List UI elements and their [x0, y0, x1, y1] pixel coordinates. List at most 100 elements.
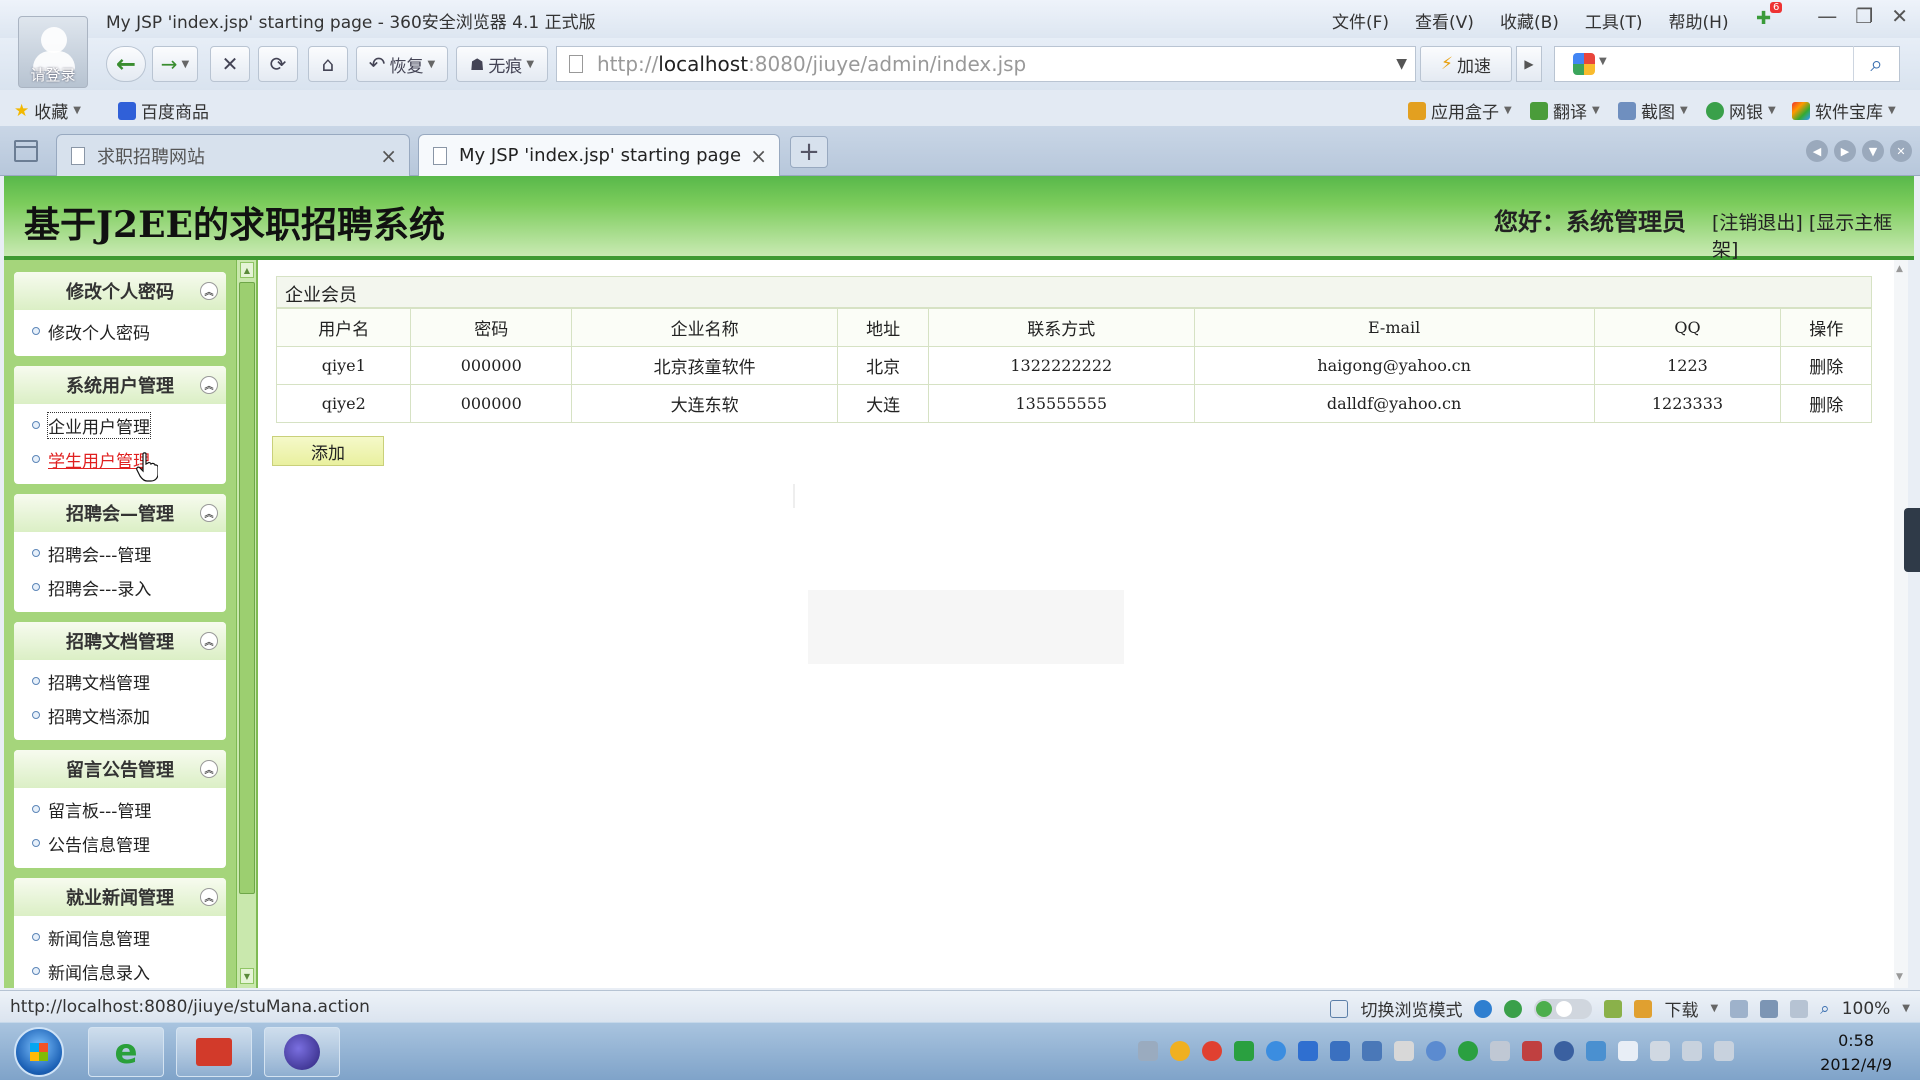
notification-icon[interactable]: ✚ 6 — [1756, 2, 1783, 29]
sidebar-scrollbar[interactable]: ▲ ▼ — [236, 260, 256, 988]
header-links[interactable]: [注销退出] [显示主框架] — [1712, 208, 1914, 262]
chevron-down-icon[interactable]: ▼ — [1902, 1003, 1910, 1014]
tab-job-site[interactable]: 求职招聘网站 × — [56, 134, 410, 176]
grid-icon[interactable] — [1362, 1041, 1382, 1061]
clipboard-icon[interactable] — [1730, 999, 1749, 1018]
search-icon[interactable]: ⌕ — [1853, 46, 1899, 82]
login-avatar[interactable]: 请登录 — [18, 16, 88, 88]
collapse-icon[interactable]: ︽ — [200, 376, 218, 394]
translate-button[interactable]: 翻译 ▼ — [1530, 98, 1600, 123]
scroll-down-icon[interactable]: ▼ — [1896, 972, 1903, 982]
sidebar-item-job-fair-add[interactable]: 招聘会---录入 — [14, 570, 226, 604]
flag-icon[interactable] — [1618, 1041, 1638, 1061]
sidebar-item-company-users[interactable]: 企业用户管理 — [14, 408, 226, 442]
qq-icon[interactable] — [1170, 1041, 1190, 1061]
switch-mode-button[interactable]: 切换浏览模式 — [1360, 996, 1462, 1021]
settings-icon[interactable] — [1554, 1041, 1574, 1061]
scroll-down-icon[interactable]: ▼ — [240, 968, 254, 984]
screenshot-button[interactable]: 截图 ▼ — [1618, 98, 1688, 123]
chat-icon[interactable] — [1426, 1041, 1446, 1061]
collapse-icon[interactable]: ︽ — [200, 888, 218, 906]
sidebar-item-change-password[interactable]: 修改个人密码 — [14, 314, 226, 348]
delete-link[interactable]: 删除 — [1780, 384, 1872, 423]
sidebar-item-student-users[interactable]: 学生用户管理 — [14, 442, 226, 476]
side-panel-handle[interactable] — [1904, 508, 1920, 572]
chevron-down-icon[interactable]: ▼ — [1710, 1003, 1718, 1014]
sidebar-toggle-icon[interactable] — [14, 140, 38, 162]
system-clock[interactable]: 0:58 2012/4/9 — [1820, 1029, 1892, 1077]
tab-scroll-left-icon[interactable]: ◀ — [1806, 140, 1828, 162]
network-icon[interactable] — [1682, 1041, 1702, 1061]
refresh-button[interactable]: ⟳ — [258, 46, 298, 82]
tab-index-jsp[interactable]: My JSP 'index.jsp' starting page × — [418, 134, 780, 176]
section-header[interactable]: 招聘会—管理 ︽ — [14, 494, 226, 532]
sidebar-item-document-add[interactable]: 招聘文档添加 — [14, 698, 226, 732]
address-bar[interactable]: http://localhost:8080/jiuye/admin/index.… — [556, 46, 1416, 82]
taskbar-toolbox-button[interactable] — [176, 1027, 252, 1077]
keyboard-icon[interactable] — [1138, 1041, 1158, 1061]
sidebar-item-document-manage[interactable]: 招聘文档管理 — [14, 664, 226, 698]
section-header[interactable]: 招聘文档管理 ︽ — [14, 622, 226, 660]
menu-help[interactable]: 帮助(H) — [1669, 8, 1729, 33]
speaker-icon[interactable] — [1714, 1041, 1734, 1061]
restore-icon[interactable]: ❐ — [1855, 4, 1873, 28]
collapse-icon[interactable]: ︽ — [200, 632, 218, 650]
collapse-icon[interactable]: ︽ — [200, 504, 218, 522]
add-button[interactable]: 添加 — [272, 436, 384, 466]
speed-up-button[interactable]: ⚡ 加速 — [1420, 46, 1512, 82]
security-icon[interactable] — [1330, 1041, 1350, 1061]
scrollbar-thumb[interactable] — [239, 282, 255, 894]
shield-icon[interactable] — [1298, 1041, 1318, 1061]
address-dropdown-icon[interactable]: ▼ — [1396, 56, 1407, 72]
scroll-up-icon[interactable]: ▲ — [1896, 264, 1903, 274]
printer-icon[interactable] — [1490, 1041, 1510, 1061]
search-input[interactable]: ▼ ⌕ — [1554, 46, 1900, 82]
mode-toggle[interactable] — [1534, 998, 1593, 1019]
go-button[interactable]: ▶ — [1516, 46, 1542, 82]
taskbar-browser-button[interactable]: e — [88, 1027, 164, 1077]
close-tab-icon[interactable]: × — [750, 144, 767, 168]
collapse-icon[interactable]: ︽ — [200, 282, 218, 300]
edit-icon[interactable] — [1394, 1041, 1414, 1061]
sidebar-item-news-add[interactable]: 新闻信息录入 — [14, 954, 226, 988]
download-button[interactable]: 下载 — [1664, 996, 1698, 1021]
section-header[interactable]: 系统用户管理 ︽ — [14, 366, 226, 404]
usb-icon[interactable] — [1650, 1041, 1670, 1061]
zoom-level[interactable]: 100% — [1842, 999, 1891, 1019]
menu-tools[interactable]: 工具(T) — [1585, 8, 1643, 33]
online-bank-button[interactable]: 网银 ▼ — [1706, 98, 1776, 123]
forward-button[interactable]: → ▼ — [152, 46, 198, 82]
menu-file[interactable]: 文件(F) — [1332, 8, 1389, 33]
restore-session-button[interactable]: ↶ 恢复 ▼ — [356, 46, 448, 82]
software-store-button[interactable]: 软件宝库 ▼ — [1792, 98, 1896, 123]
sidebar-item-message-board[interactable]: 留言板---管理 — [14, 792, 226, 826]
section-header[interactable]: 就业新闻管理 ︽ — [14, 878, 226, 916]
bookmark-baidu[interactable]: 百度商品 — [118, 98, 209, 123]
favorites-menu[interactable]: ★ 收藏 ▼ — [14, 98, 81, 124]
minimize-icon[interactable]: — — [1817, 4, 1837, 28]
section-header[interactable]: 修改个人密码 ︽ — [14, 272, 226, 310]
close-icon[interactable]: ✕ — [1891, 4, 1908, 28]
stop-button[interactable]: ✕ — [210, 46, 250, 82]
sidebar-item-job-fair-manage[interactable]: 招聘会---管理 — [14, 536, 226, 570]
tab-scroll-right-icon[interactable]: ▶ — [1834, 140, 1856, 162]
menu-view[interactable]: 查看(V) — [1415, 8, 1474, 33]
close-tab-icon[interactable]: × — [380, 144, 397, 168]
collapse-icon[interactable]: ︽ — [200, 760, 218, 778]
update-icon[interactable] — [1266, 1041, 1286, 1061]
sidebar-item-announcements[interactable]: 公告信息管理 — [14, 826, 226, 860]
qq-icon[interactable] — [1202, 1041, 1222, 1061]
delete-link[interactable]: 删除 — [1780, 346, 1872, 385]
back-button[interactable]: ← — [106, 46, 146, 82]
private-mode-button[interactable]: ☗ 无痕 ▼ — [456, 46, 548, 82]
sidebar-item-news-manage[interactable]: 新闻信息管理 — [14, 920, 226, 954]
new-tab-button[interactable]: + — [790, 136, 828, 168]
display-icon[interactable] — [1586, 1041, 1606, 1061]
home-button[interactable]: ⌂ — [308, 46, 348, 82]
search-engine-icon[interactable] — [1573, 53, 1595, 75]
tab-close-all-icon[interactable]: ✕ — [1890, 140, 1912, 162]
volume-icon[interactable] — [1790, 999, 1809, 1018]
start-button[interactable] — [14, 1027, 64, 1077]
camera-icon[interactable] — [1760, 999, 1779, 1018]
scroll-up-icon[interactable]: ▲ — [240, 262, 254, 278]
